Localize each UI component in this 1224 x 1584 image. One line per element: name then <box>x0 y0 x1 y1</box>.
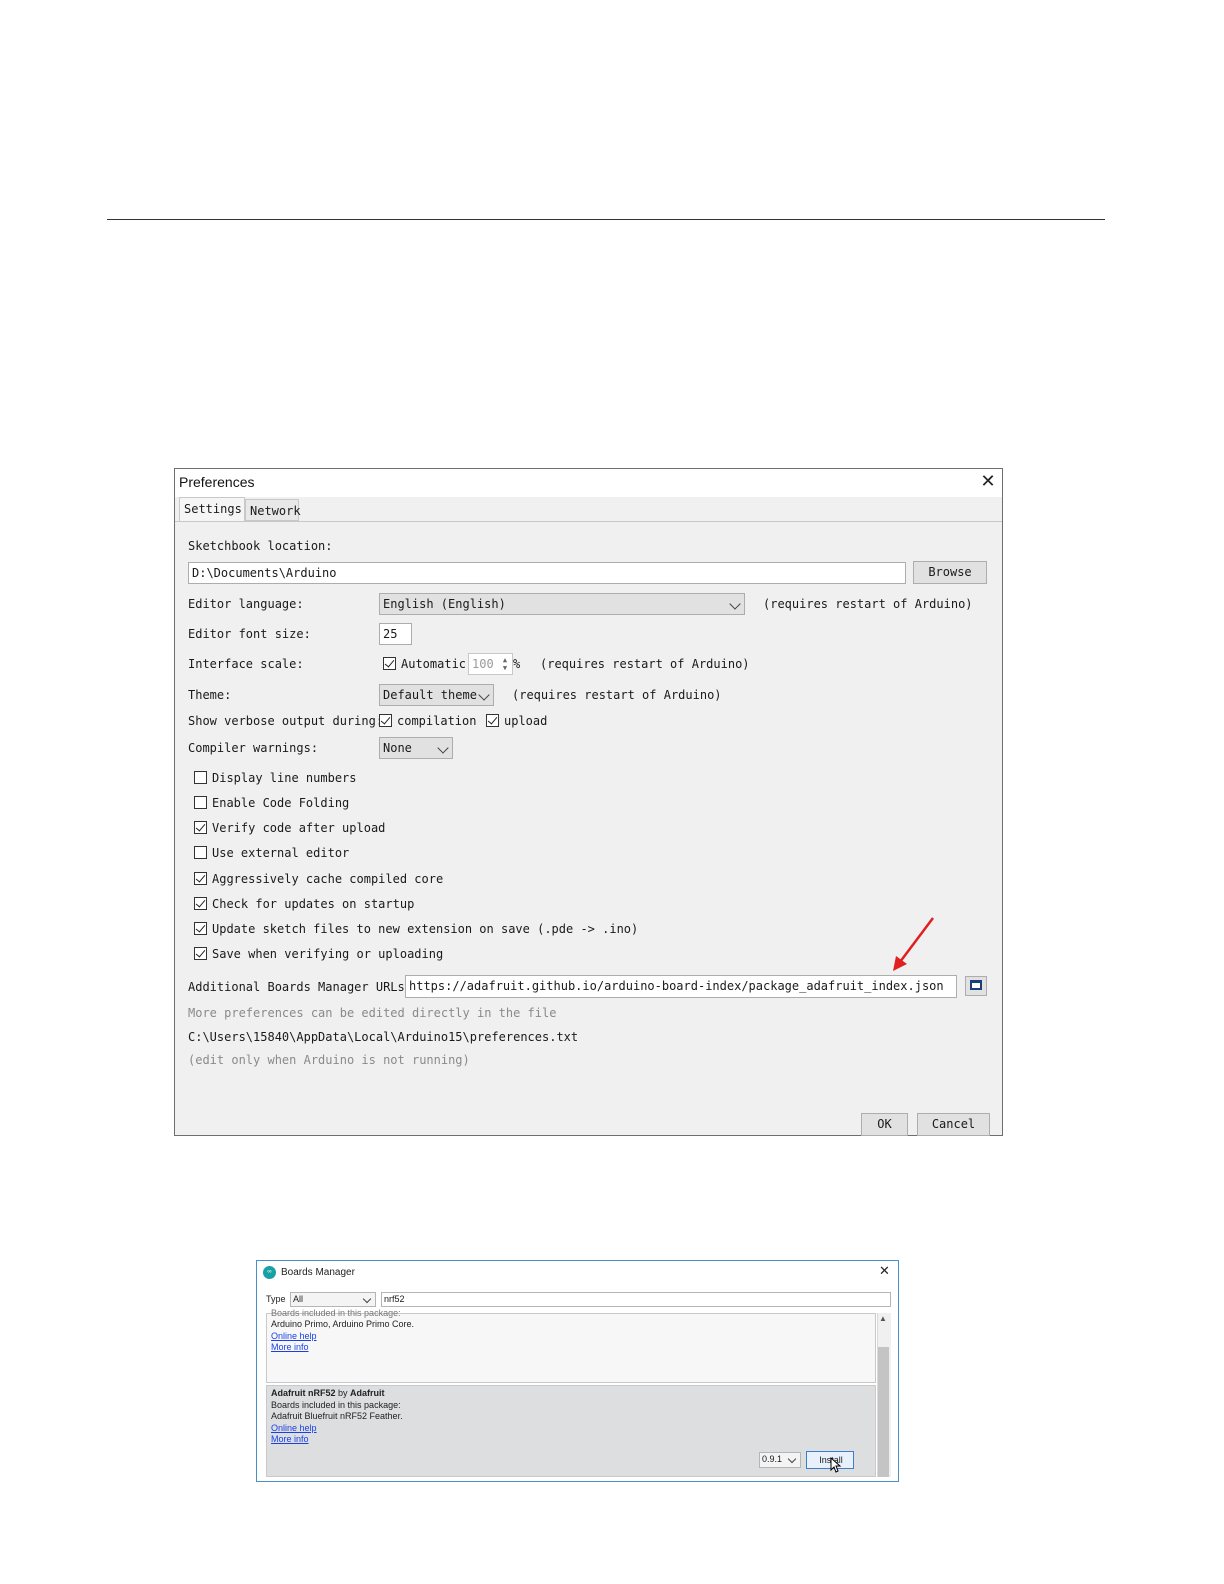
entry-boards-list: Adafruit Bluefruit nRF52 Feather. <box>271 1411 403 1421</box>
option-checkbox-label: Aggressively cache compiled core <box>212 872 444 886</box>
percent-sign: % <box>513 657 521 671</box>
checkmark-icon <box>380 714 391 725</box>
by-text: by <box>335 1388 351 1398</box>
type-select[interactable]: All <box>290 1292 376 1307</box>
checkmark-icon <box>195 872 206 883</box>
entry-included-partial: Boards included in this package: <box>271 1308 401 1318</box>
option-checkbox[interactable] <box>194 922 207 935</box>
boards-urls-label: Additional Boards Manager URLs: <box>188 980 412 994</box>
sketchbook-location-input[interactable]: D:\Documents\Arduino <box>188 562 906 584</box>
option-checkbox-label: Use external editor <box>212 846 350 860</box>
compilation-checkbox[interactable] <box>379 714 392 727</box>
option-checkbox[interactable] <box>194 947 207 960</box>
option-checkbox[interactable] <box>194 872 207 885</box>
board-author: Adafruit <box>350 1388 385 1398</box>
version-value: 0.9.1 <box>762 1454 783 1464</box>
ok-button[interactable]: OK <box>861 1113 908 1136</box>
language-restart-note: (requires restart of Arduino) <box>763 597 973 611</box>
tab-network[interactable]: Network <box>245 499 301 521</box>
verbose-label: Show verbose output during: <box>188 714 384 728</box>
checkmark-icon <box>195 947 206 958</box>
type-label: Type <box>266 1294 286 1304</box>
tab-settings[interactable]: Settings <box>179 497 245 521</box>
preferences-file-path: C:\Users\15840\AppData\Local\Arduino15\p… <box>188 1030 579 1044</box>
font-size-input[interactable]: 25 <box>379 623 412 645</box>
close-icon[interactable]: ✕ <box>977 471 999 493</box>
search-input[interactable]: nrf52 <box>381 1292 891 1307</box>
option-checkbox-label: Enable Code Folding <box>212 796 350 810</box>
font-size-label: Editor font size: <box>188 627 311 641</box>
more-info-link[interactable]: More info <box>271 1434 309 1444</box>
checkmark-icon <box>487 714 498 725</box>
option-checkbox-label: Check for updates on startup <box>212 897 415 911</box>
checkmark-icon <box>384 657 395 668</box>
option-checkbox[interactable] <box>194 897 207 910</box>
arduino-logo-icon: ∞ <box>263 1266 276 1279</box>
option-checkbox[interactable] <box>194 771 207 784</box>
online-help-link[interactable]: Online help <box>271 1331 317 1341</box>
option-checkbox-label: Verify code after upload <box>212 821 386 835</box>
edit-only-note: (edit only when Arduino is not running) <box>188 1053 470 1067</box>
compiler-warnings-select[interactable]: None <box>379 737 453 759</box>
theme-select[interactable]: Default theme <box>379 684 494 706</box>
scale-spinner[interactable]: 100 ▲ ▼ <box>468 653 513 675</box>
compiler-warnings-value: None <box>383 741 412 755</box>
board-entry-heading: Adafruit nRF52 by Adafruit <box>271 1388 385 1398</box>
interface-scale-label: Interface scale: <box>188 657 304 671</box>
option-checkbox-label: Display line numbers <box>212 771 357 785</box>
option-checkbox[interactable] <box>194 796 207 809</box>
dialog-title: Preferences <box>179 474 255 490</box>
more-preferences-note: More preferences can be edited directly … <box>188 1006 557 1020</box>
close-icon[interactable]: ✕ <box>879 1263 890 1279</box>
automatic-label: Automatic <box>401 657 467 671</box>
theme-restart-note: (requires restart of Arduino) <box>512 688 722 702</box>
chevron-down-icon <box>362 1294 372 1304</box>
entry-included-label: Boards included in this package: <box>271 1400 401 1410</box>
chevron-down-icon <box>437 742 449 754</box>
option-checkbox-label: Save when verifying or uploading <box>212 947 444 961</box>
compilation-label: compilation <box>397 714 477 728</box>
scale-restart-note: (requires restart of Arduino) <box>540 657 750 671</box>
cancel-button[interactable]: Cancel <box>917 1113 990 1136</box>
option-checkbox[interactable] <box>194 846 207 859</box>
board-name: Adafruit nRF52 <box>271 1388 336 1398</box>
entry-boards-list: Arduino Primo, Arduino Primo Core. <box>271 1319 415 1329</box>
checkmark-icon <box>195 922 206 933</box>
version-select[interactable]: 0.9.1 <box>759 1452 801 1468</box>
more-info-link[interactable]: More info <box>271 1342 309 1352</box>
upload-checkbox[interactable] <box>486 714 499 727</box>
boards-manager-dialog: ∞ Boards Manager ✕ Type All nrf52 Boards… <box>256 1260 899 1482</box>
mouse-cursor-icon <box>830 1457 842 1473</box>
theme-value: Default theme <box>383 688 477 702</box>
automatic-checkbox[interactable] <box>383 657 396 670</box>
scrollbar-thumb[interactable] <box>878 1347 889 1477</box>
title-bar <box>175 469 1002 497</box>
compiler-warnings-label: Compiler warnings: <box>188 741 319 755</box>
online-help-link[interactable]: Online help <box>271 1423 317 1433</box>
chevron-down-icon <box>729 598 741 610</box>
option-checkbox[interactable] <box>194 821 207 834</box>
open-window-icon[interactable] <box>965 976 987 996</box>
browse-button[interactable]: Browse <box>913 561 987 584</box>
scale-value: 100 <box>472 657 494 671</box>
chevron-down-icon <box>478 689 490 701</box>
scroll-up-icon[interactable]: ▲ <box>879 1314 887 1323</box>
editor-language-label: Editor language: <box>188 597 304 611</box>
type-value: All <box>293 1294 304 1304</box>
red-arrow-icon <box>893 917 934 971</box>
editor-language-value: English (English) <box>383 597 506 611</box>
preferences-dialog: Preferences ✕ Settings Network Sketchboo… <box>174 468 1003 1136</box>
editor-language-select[interactable]: English (English) <box>379 593 745 615</box>
boards-manager-title: Boards Manager <box>281 1267 355 1278</box>
boards-urls-input[interactable]: https://adafruit.github.io/arduino-board… <box>405 975 957 998</box>
theme-label: Theme: <box>188 688 232 702</box>
page-divider <box>107 219 1105 220</box>
checkmark-icon <box>195 897 206 908</box>
upload-label: upload <box>504 714 548 728</box>
spinner-arrows-icon[interactable]: ▲ ▼ <box>500 656 510 672</box>
chevron-down-icon <box>787 1454 797 1464</box>
checkmark-icon <box>195 821 206 832</box>
sketchbook-label: Sketchbook location: <box>188 539 333 553</box>
option-checkbox-label: Update sketch files to new extension on … <box>212 922 639 936</box>
